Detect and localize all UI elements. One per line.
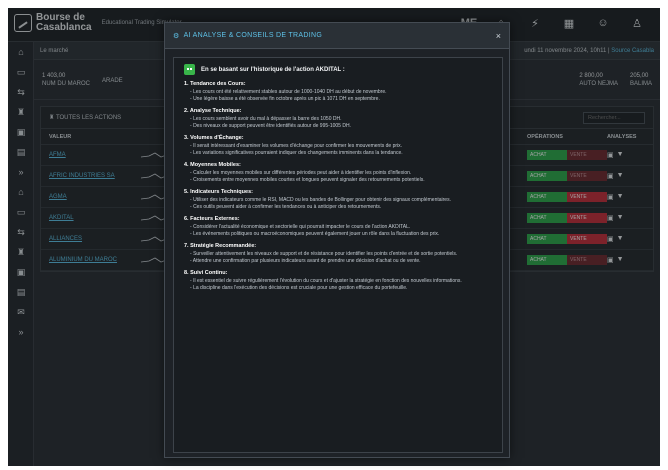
section-line-text: Il est essentiel de suivre régulièrement… — [193, 278, 462, 284]
section-line-text: Les événements politiques ou macroéconom… — [193, 231, 440, 237]
section-line: - Les variations significatives pourraie… — [190, 150, 403, 156]
close-icon[interactable]: × — [496, 31, 501, 41]
section-line: - Surveiller attentivement les niveaux d… — [190, 251, 458, 257]
section-line-text: Considérer l'actualité économique et sec… — [193, 224, 411, 230]
section-line-text: Il serait intéressant d'examiner les vol… — [193, 143, 403, 149]
section-line-text: Une légère baisse a été observée fin oct… — [193, 96, 380, 102]
section-line-text: Utiliser des indicateurs comme le RSI, M… — [193, 197, 451, 203]
modal-header: ⚙ AI ANALYSE & CONSEILS DE TRADING × — [165, 23, 509, 49]
analysis-section: 4. Moyennes Mobiles: - Calculer les moyen… — [184, 162, 492, 184]
section-title: 4. Moyennes Mobiles: — [184, 162, 241, 168]
section-title: 6. Facteurs Externes: — [184, 216, 240, 222]
section-line: - La discipline dans l'exécution des déc… — [190, 285, 408, 291]
modal-title: ⚙ AI ANALYSE & CONSEILS DE TRADING — [173, 32, 322, 40]
intro-text: En se basant sur l'historique de l'actio… — [201, 66, 345, 73]
section-line-text: Calculer les moyennes mobiles sur différ… — [193, 170, 412, 176]
section-line-text: La discipline dans l'exécution des décis… — [193, 285, 408, 291]
analysis-sections: 1. Tendance des Cours: - Les cours ont ét… — [184, 81, 492, 292]
section-line: - Considérer l'actualité économique et s… — [190, 224, 411, 230]
analysis-intro: En se basant sur l'historique de l'actio… — [184, 64, 492, 75]
section-line-text: Les cours semblent avoir du mal à dépass… — [193, 116, 342, 122]
analysis-section: 2. Analyse Technique: - Les cours semblen… — [184, 108, 492, 130]
section-title: 3. Volumes d'Échange: — [184, 135, 244, 141]
section-line: - Des niveaux de support peuvent être id… — [190, 123, 351, 129]
section-line: - Les cours semblent avoir du mal à dépa… — [190, 116, 342, 122]
section-title: 5. Indicateurs Techniques: — [184, 189, 253, 195]
analysis-section: 6. Facteurs Externes: - Considérer l'actu… — [184, 216, 492, 238]
section-title: 2. Analyse Technique: — [184, 108, 242, 114]
section-line: - Ces outils peuvent aider à confirmer l… — [190, 204, 382, 210]
section-line-text: Surveiller attentivement les niveaux de … — [193, 251, 458, 257]
section-line-text: Les cours ont été relativement stables a… — [193, 89, 387, 95]
section-line: - Calculer les moyennes mobiles sur diff… — [190, 170, 412, 176]
section-line: - Les cours ont été relativement stables… — [190, 89, 387, 95]
section-line-text: Ces outils peuvent aider à confirmer les… — [193, 204, 382, 210]
section-line: - Utiliser des indicateurs comme le RSI,… — [190, 197, 451, 203]
analysis-section: 1. Tendance des Cours: - Les cours ont ét… — [184, 81, 492, 103]
analysis-section: 5. Indicateurs Techniques: - Utiliser des… — [184, 189, 492, 211]
section-line: - Croisements entre moyennes mobiles cou… — [190, 177, 425, 183]
section-title: 8. Suivi Continu: — [184, 270, 228, 276]
section-line-text: Attendre une confirmation par plusieurs … — [192, 258, 421, 264]
section-line: - Une légère baisse a été observée fin o… — [190, 96, 380, 102]
section-line-text: Les variations significatives pourraient… — [193, 150, 403, 156]
robot-icon: ⚙ — [173, 32, 180, 40]
modal-title-text: AI ANALYSE & CONSEILS DE TRADING — [183, 32, 323, 39]
section-line: - Il est essentiel de suivre régulièreme… — [190, 278, 462, 284]
section-title: 7. Stratégie Recommandée: — [184, 243, 257, 249]
ai-analysis-modal: ⚙ AI ANALYSE & CONSEILS DE TRADING × En … — [164, 22, 510, 458]
section-line: - Attendre une confirmation par plusieur… — [190, 258, 421, 264]
section-line: - Il serait intéressant d'examiner les v… — [190, 143, 403, 149]
analysis-section: 7. Stratégie Recommandée: - Surveiller at… — [184, 243, 492, 265]
section-line-text: Croisements entre moyennes mobiles court… — [193, 177, 425, 183]
section-title: 1. Tendance des Cours: — [184, 81, 246, 87]
section-line: - Les événements politiques ou macroécon… — [190, 231, 440, 237]
modal-body: En se basant sur l'historique de l'actio… — [173, 57, 503, 453]
analysis-section: 8. Suivi Continu: - Il est essentiel de s… — [184, 270, 492, 292]
robot-icon — [184, 64, 195, 75]
section-line-text: Des niveaux de support peuvent être iden… — [193, 123, 351, 129]
analysis-section: 3. Volumes d'Échange: - Il serait intéres… — [184, 135, 492, 157]
